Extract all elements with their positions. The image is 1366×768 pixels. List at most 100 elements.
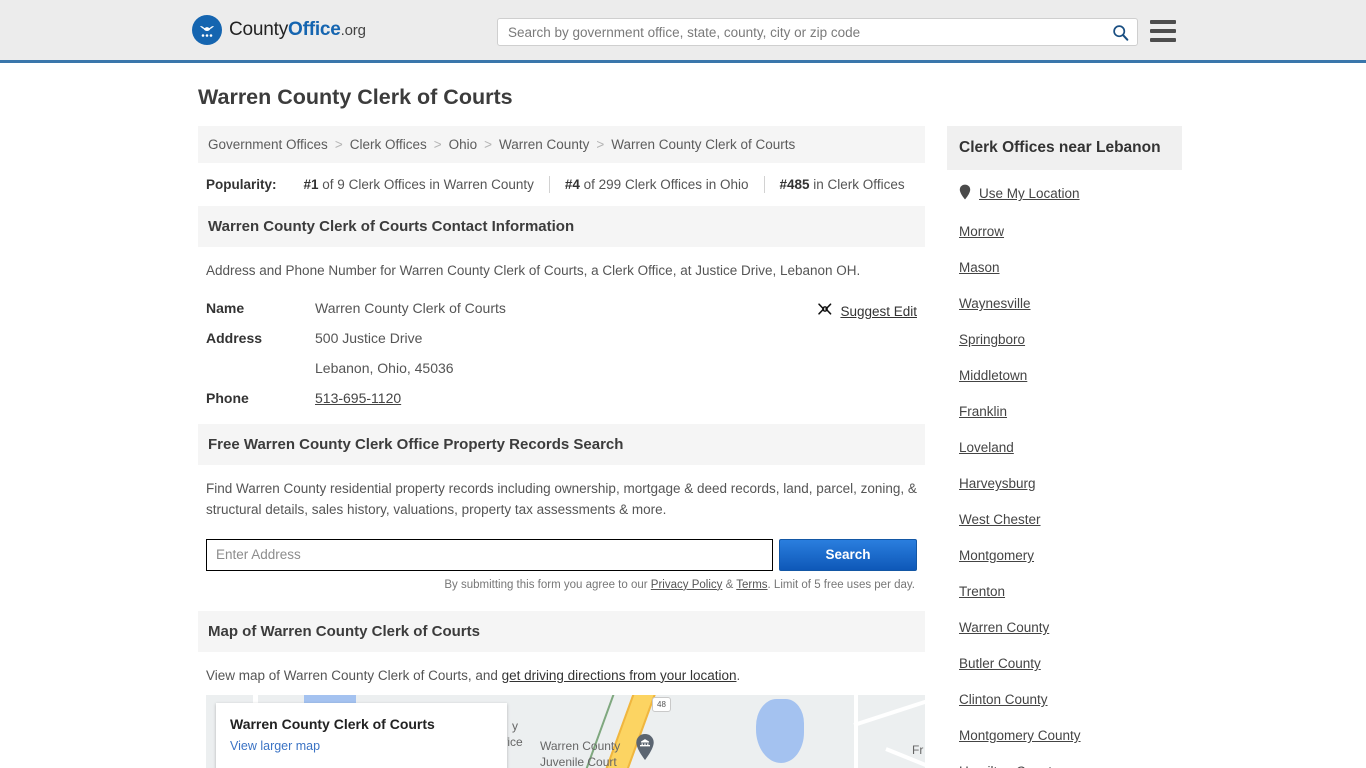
breadcrumb-item-current[interactable]: Warren County Clerk of Courts [611,137,795,152]
breadcrumb-separator: > [484,137,493,152]
popularity-text: of 9 Clerk Offices in Warren County [318,177,534,192]
sidebar-link[interactable]: Harveysburg [959,476,1036,491]
map-label-warren-county: Warren County [540,738,621,753]
breadcrumb-item-government-offices[interactable]: Government Offices [208,137,328,152]
breadcrumb-item-ohio[interactable]: Ohio [449,137,478,152]
sidebar-item-loveland[interactable]: Loveland [959,440,1170,455]
sidebar-item-middletown[interactable]: Middletown [959,368,1170,383]
map-description-prefix: View map of Warren County Clerk of Court… [206,667,502,683]
property-search-body: Find Warren County residential property … [198,465,925,595]
view-larger-map-link[interactable]: View larger map [230,739,320,753]
address-input[interactable] [206,538,774,571]
property-search-button[interactable]: Search [779,538,917,571]
map-section-body: View map of Warren County Clerk of Court… [198,652,925,768]
sidebar-item-morrow[interactable]: Morrow [959,224,1170,239]
sidebar-item-waynesville[interactable]: Waynesville [959,296,1170,311]
sidebar-item-west-chester[interactable]: West Chester [959,512,1170,527]
contact-section-body: Address and Phone Number for Warren Coun… [198,247,925,424]
sidebar-link[interactable]: Montgomery [959,548,1034,563]
popularity-label: Popularity: [206,177,277,192]
sidebar-item-montgomery-county[interactable]: Montgomery County [959,728,1170,743]
map-pin-icon [959,184,971,203]
suggest-edit-button[interactable]: Suggest Edit [817,301,917,322]
sidebar-link[interactable]: Middletown [959,368,1027,383]
map-label-juvenile-court: Juvenile Court [540,754,617,768]
sidebar-item-clinton-county[interactable]: Clinton County [959,692,1170,707]
contact-section-heading: Warren County Clerk of Courts Contact In… [198,206,925,247]
sidebar-link[interactable]: West Chester [959,512,1041,527]
contact-value-phone: 513-695-1120 [315,390,401,406]
sidebar-link[interactable]: Butler County [959,656,1041,671]
sidebar-link[interactable]: Clinton County [959,692,1048,707]
sidebar-item-hamilton-county[interactable]: Hamilton County [959,764,1170,768]
map-section-heading: Map of Warren County Clerk of Courts [198,610,925,652]
hamburger-bar [1150,20,1176,24]
suggest-edit-label: Suggest Edit [840,303,917,319]
privacy-policy-link[interactable]: Privacy Policy [651,579,723,591]
sidebar-link[interactable]: Waynesville [959,296,1031,311]
map-pin-courthouse-icon[interactable] [634,733,656,761]
driving-directions-link[interactable]: get driving directions from your locatio… [502,668,737,683]
sidebar: Clerk Offices near Lebanon Use My Locati… [947,126,1182,768]
property-search-legal: By submitting this form you agree to our… [206,579,917,591]
legal-amp: & [722,578,737,591]
contact-value-name: Warren County Clerk of Courts [315,299,506,316]
popularity-rank: #485 [779,177,810,192]
sidebar-link[interactable]: Morrow [959,224,1004,239]
sidebar-item-warren-county[interactable]: Warren County [959,620,1170,635]
map-embed[interactable]: 48 y fice Warren County Juvenile Court F… [206,694,925,768]
breadcrumb-separator: > [334,137,343,152]
search-input[interactable] [498,19,1103,45]
sidebar-item-harveysburg[interactable]: Harveysburg [959,476,1170,491]
hamburger-menu-icon[interactable] [1150,20,1176,42]
breadcrumb-separator: > [596,137,605,152]
site-header: CountyOffice.org [0,0,1366,63]
property-search-form: Search [206,538,917,571]
hamburger-bar [1150,38,1176,42]
breadcrumb-item-warren-county[interactable]: Warren County [499,137,589,152]
sidebar-link[interactable]: Franklin [959,404,1007,419]
breadcrumb-item-clerk-offices[interactable]: Clerk Offices [350,137,427,152]
sidebar-item-montgomery[interactable]: Montgomery [959,548,1170,563]
map-description: View map of Warren County Clerk of Court… [206,666,917,687]
breadcrumb: Government Offices > Clerk Offices > Ohi… [198,126,925,163]
sidebar-link[interactable]: Montgomery County [959,728,1081,743]
sidebar-link[interactable]: Hamilton County [959,764,1059,768]
sidebar-link[interactable]: Mason [959,260,1000,275]
sidebar-item-trenton[interactable]: Trenton [959,584,1170,599]
sidebar-item-springboro[interactable]: Springboro [959,332,1170,347]
contact-key: Phone [206,389,249,406]
eagle-seal-icon [192,15,222,45]
sidebar-link[interactable]: Loveland [959,440,1014,455]
sidebar-item-butler-county[interactable]: Butler County [959,656,1170,671]
page-title: Warren County Clerk of Courts [198,85,513,109]
sidebar-item-mason[interactable]: Mason [959,260,1170,275]
use-my-location-link[interactable]: Use My Location [979,186,1080,201]
sidebar-link[interactable]: Springboro [959,332,1025,347]
content-wrapper: Government Offices > Clerk Offices > Ohi… [198,126,1366,768]
contact-value-street: 500 Justice Drive [315,329,423,346]
map-card-title: Warren County Clerk of Courts [230,715,435,732]
search-icon[interactable] [1103,19,1137,45]
hamburger-bar [1150,29,1176,33]
sidebar-item-use-my-location[interactable]: Use My Location [959,184,1170,203]
contact-key: Address [206,329,263,346]
sidebar-link[interactable]: Trenton [959,584,1005,599]
map-water-lake [756,698,804,763]
sidebar-link[interactable]: Warren County [959,620,1049,635]
edit-pencil-icon [817,301,833,322]
map-info-card: Warren County Clerk of Courts View large… [216,702,507,768]
popularity-item-state: #4 of 299 Clerk Offices in Ohio [550,177,764,192]
contact-description: Address and Phone Number for Warren Coun… [206,263,861,278]
terms-link[interactable]: Terms [736,579,767,591]
property-search-heading: Free Warren County Clerk Office Property… [198,423,925,465]
map-road-east-2 [853,698,925,727]
logo-text-office: Office [288,19,341,40]
contact-row-city: Lebanon, Ohio, 45036 [206,360,917,376]
site-logo[interactable]: CountyOffice.org [192,15,366,45]
breadcrumb-separator: > [433,137,442,152]
contact-row-phone: Phone 513-695-1120 [206,390,917,406]
sidebar-item-franklin[interactable]: Franklin [959,404,1170,419]
sidebar-list: Use My Location Morrow Mason Waynesville… [947,170,1182,768]
phone-link[interactable]: 513-695-1120 [315,390,401,406]
